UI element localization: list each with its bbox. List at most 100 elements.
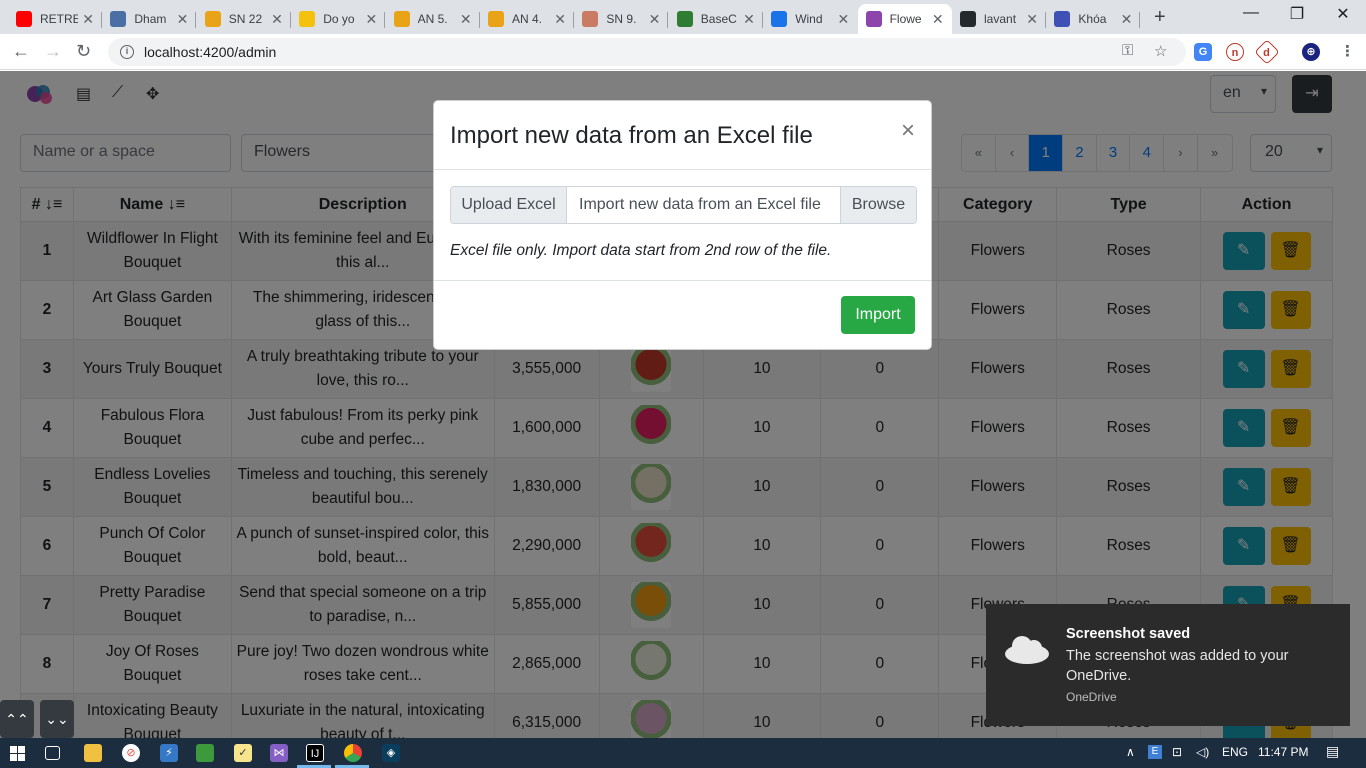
tray-app-icon[interactable]: E — [1148, 745, 1162, 759]
tab-close-icon[interactable]: ✕ — [460, 11, 472, 28]
browser-tab[interactable]: lavant ✕ — [952, 4, 1046, 34]
chrome-icon[interactable] — [344, 744, 362, 762]
visual-studio-icon[interactable]: ⋈ — [270, 744, 288, 762]
import-button[interactable]: Import — [841, 296, 915, 334]
extension-n-icon[interactable]: n — [1226, 43, 1244, 61]
onedrive-notification[interactable]: Screenshot saved The screenshot was adde… — [986, 604, 1350, 726]
scroll-bottom-button[interactable]: ⌄⌄ — [40, 700, 74, 738]
task-view-icon[interactable] — [45, 746, 60, 760]
tab-favicon-icon — [582, 11, 599, 27]
notification-source: OneDrive — [1066, 690, 1117, 704]
back-icon[interactable]: ← — [12, 41, 30, 62]
tab-title: lavant — [984, 12, 1017, 26]
windows-start-icon[interactable] — [10, 746, 25, 761]
tab-close-icon[interactable]: ✕ — [649, 11, 661, 28]
tab-close-icon[interactable]: ✕ — [554, 11, 566, 28]
close-icon[interactable]: × — [901, 117, 915, 145]
forward-icon[interactable]: → — [44, 41, 62, 62]
tab-close-icon[interactable]: ✕ — [743, 11, 755, 28]
cloud-icon — [1005, 636, 1049, 664]
browser-tab[interactable]: Do yo ✕ — [291, 4, 386, 34]
browser-tab[interactable]: BaseC ✕ — [669, 4, 763, 34]
tab-title: Do yo — [323, 12, 355, 26]
tab-title: Flowe — [889, 12, 922, 26]
browser-tab[interactable]: Flowe ✕ — [857, 4, 952, 34]
key-icon[interactable]: ⚿ — [1122, 42, 1133, 59]
browser-tab[interactable]: SN 22 ✕ — [197, 4, 291, 34]
tab-favicon-icon — [299, 11, 316, 27]
tab-close-icon[interactable]: ✕ — [1026, 11, 1038, 28]
notes-icon[interactable]: ✓ — [234, 744, 252, 762]
network-icon[interactable]: ⊡ — [1172, 745, 1182, 759]
profile-avatar-icon[interactable]: ⊕ — [1302, 43, 1320, 61]
tab-title: Khóa — [1078, 12, 1107, 26]
browser-menu-icon[interactable]: ⋮ — [1340, 42, 1355, 60]
terminal-icon[interactable]: ◈ — [382, 744, 400, 762]
file-name-placeholder[interactable]: Import new data from an Excel file — [567, 187, 840, 223]
tab-favicon-icon — [960, 11, 976, 27]
browser-tab[interactable]: Wind ✕ — [763, 4, 857, 34]
tab-title: Wind — [795, 12, 823, 26]
bookmark-star-icon[interactable]: ☆ — [1154, 42, 1167, 60]
scroll-top-button[interactable]: ⌃⌃ — [0, 700, 34, 738]
browser-tab[interactable]: SN 9. ✕ — [574, 4, 669, 34]
browser-tab[interactable]: Dham ✕ — [102, 4, 197, 34]
tab-close-icon[interactable]: ✕ — [837, 11, 849, 28]
notification-title: Screenshot saved — [1066, 626, 1191, 642]
volume-icon[interactable]: ◁) — [1196, 745, 1209, 759]
tab-close-icon[interactable]: ✕ — [1121, 11, 1133, 28]
tab-title: AN 4. — [512, 12, 543, 26]
url-text: localhost:4200/admin — [144, 44, 277, 60]
notification-message: The screenshot was added to your OneDriv… — [1066, 648, 1289, 684]
excel-hint-text: Excel file only. Import data start from … — [450, 242, 832, 259]
tab-favicon-icon — [865, 11, 882, 27]
tab-close-icon[interactable]: ✕ — [177, 11, 189, 28]
tray-expand-icon[interactable]: ∧ — [1126, 745, 1135, 759]
tab-title: SN 9. — [606, 12, 637, 26]
close-window-button[interactable]: ✕ — [1320, 4, 1366, 24]
modal-title: Import new data from an Excel file — [450, 122, 813, 149]
translate-extension-icon[interactable]: G — [1194, 43, 1212, 61]
clock[interactable]: 11:47 PM — [1258, 745, 1308, 759]
file-explorer-icon[interactable] — [84, 744, 102, 762]
app-orange-icon[interactable]: ⊘ — [122, 744, 140, 762]
import-modal: Import new data from an Excel file × Upl… — [433, 100, 932, 350]
tab-title: RETRE — [40, 12, 79, 26]
minimize-button[interactable]: — — [1228, 4, 1274, 22]
new-tab-button[interactable]: + — [1154, 6, 1166, 29]
network-tool-icon[interactable]: ⚡ — [160, 744, 178, 762]
tab-favicon-icon — [676, 11, 693, 27]
address-bar[interactable]: i localhost:4200/admin — [108, 38, 1186, 66]
browser-tab[interactable]: RETRE ✕ — [8, 4, 102, 34]
tab-favicon-icon — [488, 11, 504, 27]
tab-favicon-icon — [1054, 11, 1071, 27]
browser-tab[interactable]: Khóa ✕ — [1046, 4, 1141, 34]
modal-body: Upload Excel Import new data from an Exc… — [434, 170, 931, 281]
tab-favicon-icon — [771, 11, 788, 27]
tab-favicon-icon — [16, 11, 32, 27]
modal-header: Import new data from an Excel file × — [434, 101, 931, 170]
tab-title: Dham — [134, 12, 167, 26]
upload-excel-label: Upload Excel — [451, 187, 567, 223]
restore-button[interactable]: ❐ — [1274, 4, 1320, 24]
tab-favicon-icon — [204, 11, 221, 27]
sticky-app-icon[interactable] — [196, 744, 214, 762]
browse-button[interactable]: Browse — [840, 187, 916, 223]
reload-icon[interactable]: ↻ — [76, 41, 91, 62]
tab-close-icon[interactable]: ✕ — [932, 11, 944, 28]
site-info-icon[interactable]: i — [120, 45, 134, 59]
tab-title: AN 5. — [417, 12, 448, 26]
browser-tab[interactable]: AN 4. ✕ — [480, 4, 574, 34]
action-center-icon[interactable]: ▤ — [1326, 743, 1339, 760]
tab-favicon-icon — [110, 11, 127, 27]
browser-tab[interactable]: AN 5. ✕ — [386, 4, 480, 34]
language-indicator[interactable]: ENG — [1222, 745, 1248, 759]
intellij-icon[interactable]: IJ — [306, 744, 324, 762]
excel-file-input[interactable]: Upload Excel Import new data from an Exc… — [450, 186, 917, 224]
tab-close-icon[interactable]: ✕ — [271, 11, 283, 28]
tab-favicon-icon — [393, 11, 410, 27]
tab-title: BaseC — [700, 12, 737, 26]
windows-taskbar: ⊘ ⚡ ✓ ⋈ IJ ◈ ∧ E ⊡ ◁) ENG 11:47 PM ▤ — [0, 738, 1366, 768]
tab-close-icon[interactable]: ✕ — [365, 11, 377, 28]
tab-close-icon[interactable]: ✕ — [82, 11, 94, 28]
